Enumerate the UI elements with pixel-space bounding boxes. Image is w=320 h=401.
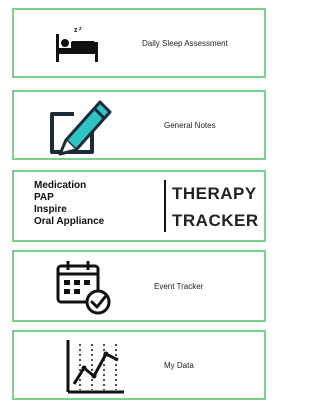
my-data-label: My Data [164, 360, 194, 370]
therapy-tracker-card[interactable]: Medication PAP Inspire Oral Appliance TH… [12, 170, 266, 242]
pencil-notepad-icon [44, 96, 114, 163]
therapy-tracker-title: THERAPY TRACKER [172, 180, 259, 234]
event-tracker-label: Event Tracker [154, 281, 204, 291]
therapy-title-line2: TRACKER [172, 211, 259, 230]
svg-text:z: z [74, 27, 78, 34]
svg-text:z: z [79, 26, 82, 32]
therapy-title-line1: THERAPY [172, 184, 257, 203]
event-tracker-card[interactable]: Event Tracker [12, 250, 266, 322]
therapy-item-medication: Medication [34, 180, 87, 191]
therapy-list: Medication PAP Inspire Oral Appliance [34, 180, 104, 228]
therapy-item-inspire: Inspire [34, 204, 67, 215]
therapy-item-oral-appliance: Oral Appliance [34, 216, 105, 227]
general-notes-label: General Notes [164, 120, 216, 130]
general-notes-card[interactable]: General Notes [12, 90, 266, 160]
calendar-check-icon [54, 258, 114, 321]
daily-sleep-assessment-card[interactable]: z z Daily Sleep Assessment [12, 8, 266, 78]
therapy-item-pap: PAP [34, 192, 54, 203]
therapy-divider [164, 180, 166, 232]
line-chart-icon [62, 338, 126, 401]
daily-sleep-assessment-label: Daily Sleep Assessment [142, 38, 228, 48]
my-data-card[interactable]: My Data [12, 330, 266, 400]
bed-sleep-icon: z z [52, 24, 102, 69]
